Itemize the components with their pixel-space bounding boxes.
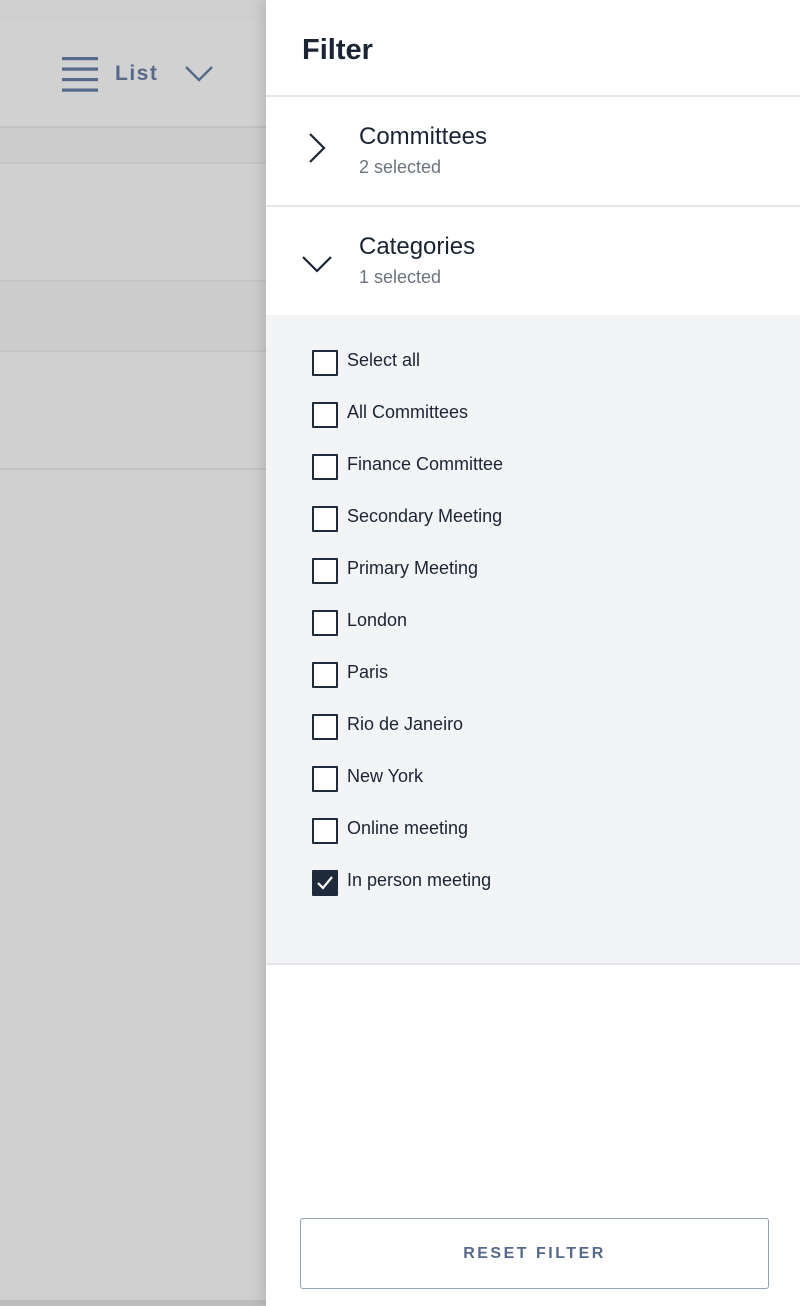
filter-title: Filter: [302, 34, 373, 66]
section-selected-count: 2 selected: [359, 157, 442, 177]
category-option-rio-de-janeiro[interactable]: Rio de Janeiro: [266, 701, 800, 753]
list-icon: [62, 57, 98, 92]
option-label: New York: [347, 765, 424, 786]
view-switcher[interactable]: List: [62, 56, 214, 92]
checkbox[interactable]: [312, 506, 338, 532]
category-option-london[interactable]: London: [266, 597, 800, 649]
section-title: Committees: [359, 123, 488, 150]
checkbox[interactable]: [312, 662, 338, 688]
checkbox[interactable]: [312, 454, 338, 480]
category-option-all-committees[interactable]: All Committees: [266, 389, 800, 441]
option-label: Finance Committee: [347, 453, 504, 474]
checkbox[interactable]: [312, 558, 338, 584]
category-option-online-meeting[interactable]: Online meeting: [266, 805, 800, 857]
option-label: London: [347, 609, 408, 630]
chevron-down-icon: [300, 247, 334, 281]
option-label: Primary Meeting: [347, 557, 479, 578]
category-option-secondary-meeting[interactable]: Secondary Meeting: [266, 493, 800, 545]
checkbox[interactable]: [312, 350, 338, 376]
section-selected-count: 1 selected: [359, 267, 442, 287]
option-label: Select all: [347, 349, 421, 370]
option-label: In person meeting: [347, 869, 492, 890]
option-label: Paris: [347, 661, 389, 682]
checkbox[interactable]: [312, 402, 338, 428]
category-option-paris[interactable]: Paris: [266, 649, 800, 701]
section-title: Categories: [359, 233, 476, 260]
checkbox[interactable]: [312, 610, 338, 636]
checkbox[interactable]: [312, 714, 338, 740]
category-option-in-person-meeting[interactable]: In person meeting: [266, 857, 800, 909]
chevron-right-icon: [300, 131, 334, 165]
category-option-new-york[interactable]: New York: [266, 753, 800, 805]
option-label: Rio de Janeiro: [347, 713, 464, 734]
filter-drawer: Filter Committees 2 selected Categories …: [266, 0, 800, 1306]
filter-section-categories[interactable]: Categories 1 selected: [266, 207, 800, 315]
option-label: All Committees: [347, 401, 469, 422]
category-options-list: Select all All Committees Finance Commit…: [266, 315, 800, 965]
option-label: Online meeting: [347, 817, 469, 838]
category-option-finance-committee[interactable]: Finance Committee: [266, 441, 800, 493]
reset-filter-button[interactable]: RESET FILTER: [300, 1218, 769, 1289]
category-option-select-all[interactable]: Select all: [266, 337, 800, 389]
option-label: Secondary Meeting: [347, 505, 503, 526]
checkmark-icon: [317, 876, 333, 890]
checkbox[interactable]: [312, 818, 338, 844]
category-option-primary-meeting[interactable]: Primary Meeting: [266, 545, 800, 597]
chevron-down-icon: [185, 66, 214, 82]
checkbox[interactable]: [312, 870, 338, 896]
filter-header: Filter: [266, 0, 800, 97]
checkbox[interactable]: [312, 766, 338, 792]
view-switcher-label: List: [115, 62, 159, 85]
filter-section-committees[interactable]: Committees 2 selected: [266, 97, 800, 207]
